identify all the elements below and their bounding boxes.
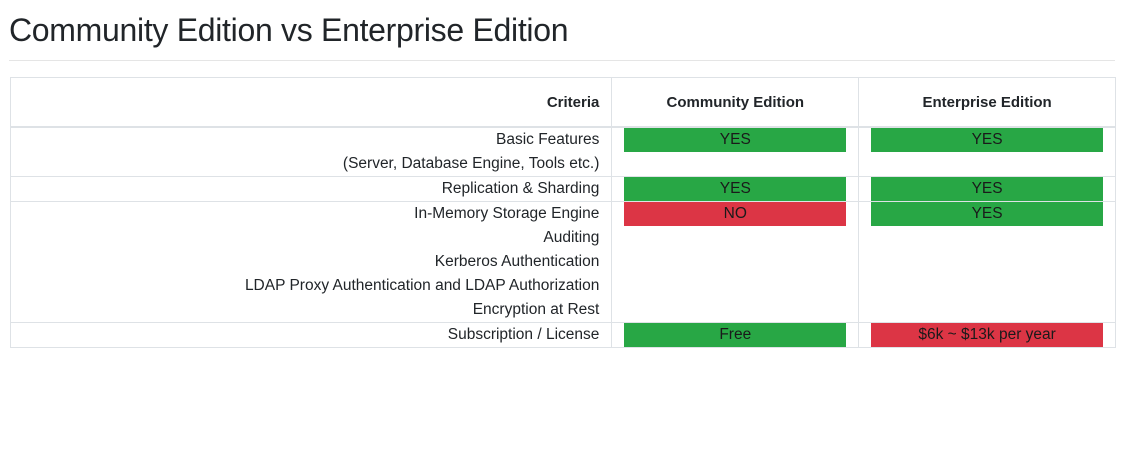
criteria-line: Kerberos Authentication — [434, 253, 600, 270]
table-header-row: Criteria Community Edition Enterprise Ed… — [9, 77, 1116, 128]
community-cell: Free — [611, 322, 860, 348]
enterprise-cell: YES — [858, 176, 1116, 202]
criteria-line: In-Memory Storage Engine — [414, 205, 600, 222]
comparison-table: Criteria Community Edition Enterprise Ed… — [9, 77, 1116, 348]
criteria-line: Basic Features — [495, 131, 600, 148]
criteria-line: Auditing — [543, 229, 600, 246]
status-badge: YES — [624, 177, 847, 201]
header-criteria: Criteria — [9, 77, 613, 128]
criteria-line: Encryption at Rest — [472, 301, 600, 318]
header-enterprise-edition: Enterprise Edition — [858, 77, 1116, 128]
table-row: Subscription / License Free $6k ~ $13k p… — [9, 322, 1116, 348]
criteria-cell: Basic Features (Server, Database Engine,… — [9, 126, 613, 177]
page-title: Community Edition vs Enterprise Edition — [9, 12, 569, 48]
criteria-line: Replication & Sharding — [441, 180, 600, 197]
status-badge: YES — [871, 177, 1103, 201]
status-badge: NO — [624, 202, 847, 226]
table-row: In-Memory Storage Engine Auditing Kerber… — [9, 201, 1116, 323]
table-row: Basic Features (Server, Database Engine,… — [9, 126, 1116, 177]
title-divider — [9, 60, 1115, 61]
community-cell: YES — [611, 126, 860, 177]
status-badge: Free — [624, 323, 847, 347]
status-badge: $6k ~ $13k per year — [871, 323, 1103, 347]
header-community-edition: Community Edition — [611, 77, 860, 128]
enterprise-cell: YES — [858, 126, 1116, 177]
criteria-line: LDAP Proxy Authentication and LDAP Autho… — [244, 277, 600, 294]
enterprise-cell: $6k ~ $13k per year — [858, 322, 1116, 348]
criteria-line: (Server, Database Engine, Tools etc.) — [342, 155, 600, 172]
status-badge: YES — [871, 128, 1103, 152]
criteria-cell: In-Memory Storage Engine Auditing Kerber… — [9, 201, 613, 323]
community-cell: YES — [611, 176, 860, 202]
status-badge: YES — [624, 128, 847, 152]
criteria-line: Subscription / License — [447, 326, 600, 343]
criteria-cell: Subscription / License — [9, 322, 613, 348]
status-badge: YES — [871, 202, 1103, 226]
enterprise-cell: YES — [858, 201, 1116, 323]
community-cell: NO — [611, 201, 860, 323]
table-row: Replication & Sharding YES YES — [9, 176, 1116, 202]
criteria-cell: Replication & Sharding — [9, 176, 613, 202]
